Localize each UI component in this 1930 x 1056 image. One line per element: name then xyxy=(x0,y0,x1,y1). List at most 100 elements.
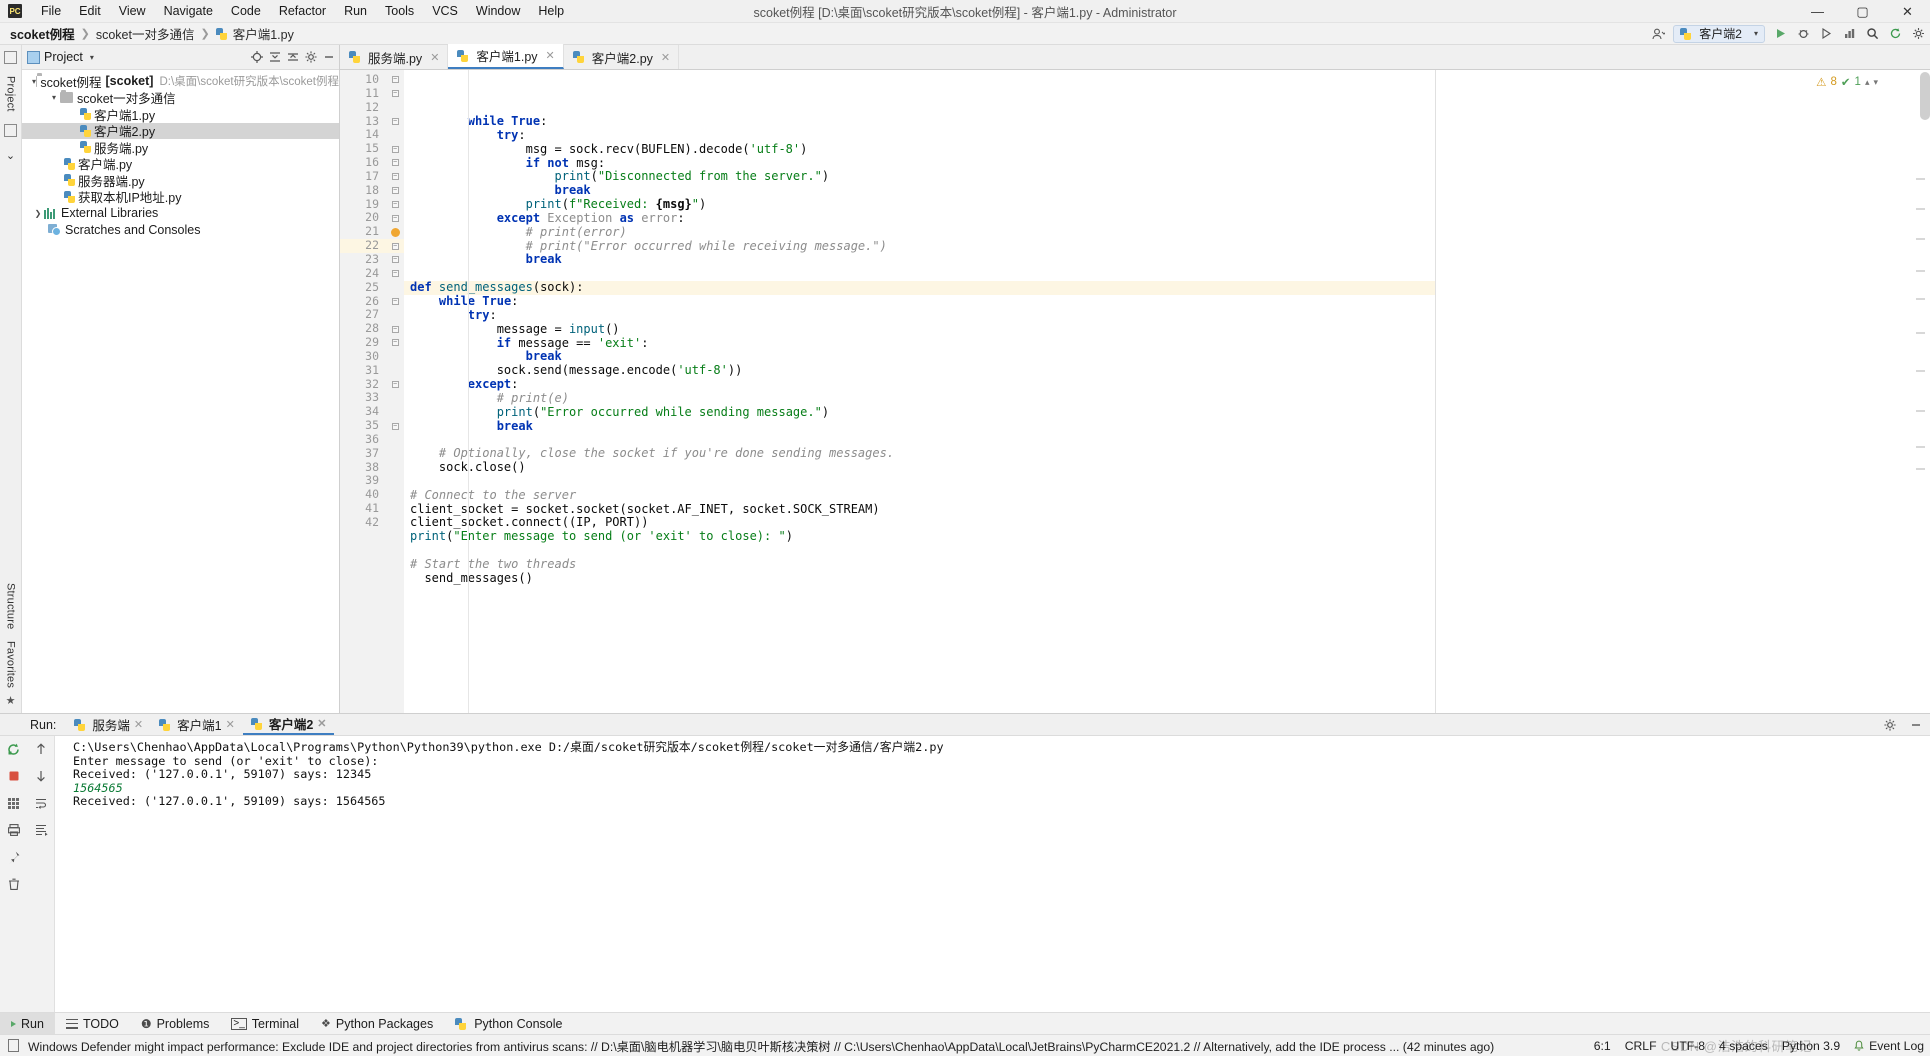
code-line[interactable] xyxy=(404,433,1435,447)
fold-region[interactable]: − xyxy=(386,73,404,87)
code-line[interactable]: break xyxy=(404,349,1435,364)
close-icon[interactable]: ✕ xyxy=(226,718,235,731)
indent-setting[interactable]: 4 spaces xyxy=(1719,1039,1768,1053)
menu-item-edit[interactable]: Edit xyxy=(70,2,110,20)
code-line[interactable]: # print("Error occurred while receiving … xyxy=(404,239,1435,254)
code-line[interactable]: msg = sock.recv(BUFLEN).decode('utf-8') xyxy=(404,142,1435,157)
fold-region[interactable]: − xyxy=(386,198,404,212)
up-arrow-icon[interactable] xyxy=(33,741,49,757)
code-line[interactable]: # Optionally, close the socket if you're… xyxy=(404,446,1435,461)
code-line[interactable] xyxy=(404,544,1435,558)
fold-region[interactable]: − xyxy=(386,115,404,129)
code-line[interactable]: print("Enter message to send (or 'exit' … xyxy=(404,529,1435,544)
search-icon[interactable] xyxy=(1864,26,1880,42)
chevron-up-icon[interactable]: ▴ xyxy=(1865,77,1870,88)
code-line[interactable]: try: xyxy=(404,128,1435,143)
fold-region[interactable]: − xyxy=(386,419,404,433)
fold-toggle-icon[interactable]: − xyxy=(391,201,399,209)
run-configuration-selector[interactable]: 客户端2 ▾ xyxy=(1673,24,1765,43)
tree-item-get-local-ip[interactable]: 获取本机IP地址.py xyxy=(22,189,339,205)
stop-icon[interactable] xyxy=(6,768,22,784)
inspection-widget[interactable]: ⚠ 8 ✔ 1 ▴ ▾ xyxy=(1816,75,1878,89)
stripe-item-favorites[interactable]: Favorites xyxy=(5,635,17,694)
menu-item-refactor[interactable]: Refactor xyxy=(270,2,335,20)
fold-region[interactable]: − xyxy=(386,211,404,225)
code-line[interactable]: # print(error) xyxy=(404,225,1435,240)
code-line[interactable]: break xyxy=(404,183,1435,198)
expand-all-icon[interactable] xyxy=(267,49,283,65)
run-tab-server[interactable]: 服务端 ✕ xyxy=(66,714,151,735)
maximize-button[interactable]: ▢ xyxy=(1840,0,1885,23)
scroll-to-end-icon[interactable] xyxy=(33,822,49,838)
code-line[interactable]: print(f"Received: {msg}") xyxy=(404,197,1435,212)
fold-toggle-icon[interactable]: − xyxy=(391,242,399,250)
fold-toggle-icon[interactable]: − xyxy=(391,117,399,125)
code-line[interactable]: try: xyxy=(404,308,1435,323)
code-line[interactable]: if not msg: xyxy=(404,156,1435,171)
status-message[interactable]: Windows Defender might impact performanc… xyxy=(28,1037,1494,1055)
settings-gear-icon[interactable] xyxy=(1882,717,1898,733)
editor-tab-client2[interactable]: 客户端2.py ✕ xyxy=(563,45,680,69)
fold-toggle-icon[interactable]: − xyxy=(391,187,399,195)
code-line[interactable]: # Connect to the server xyxy=(404,488,1435,503)
intention-hint[interactable] xyxy=(386,225,404,239)
editor-tab-client1[interactable]: 客户端1.py ✕ xyxy=(448,44,564,69)
code-line[interactable]: def send_messages(sock): xyxy=(404,280,1435,295)
stripe-item-project[interactable]: Project xyxy=(5,70,17,118)
code-line[interactable]: message = input() xyxy=(404,322,1435,337)
toolwindow-terminal[interactable]: >_ Terminal xyxy=(220,1013,310,1034)
code-line[interactable]: if message == 'exit': xyxy=(404,336,1435,351)
menu-item-run[interactable]: Run xyxy=(335,2,376,20)
fold-region[interactable]: − xyxy=(386,322,404,336)
print-icon[interactable] xyxy=(6,822,22,838)
menu-item-navigate[interactable]: Navigate xyxy=(155,2,222,20)
commit-stripe-icon[interactable] xyxy=(4,123,17,137)
code-line[interactable] xyxy=(404,475,1435,489)
fold-region[interactable]: − xyxy=(386,142,404,156)
code-line[interactable]: except Exception as error: xyxy=(404,211,1435,226)
run-tab-client1[interactable]: 客户端1 ✕ xyxy=(151,714,243,735)
code-folding-gutter[interactable]: − − − − − − − − − − − − − − − − − xyxy=(386,70,404,713)
toolwindow-problems[interactable]: ❶ Problems xyxy=(130,1013,221,1034)
toolwindow-python-packages[interactable]: ❖ Python Packages xyxy=(310,1013,444,1034)
tree-item-server-side[interactable]: 服务器端.py xyxy=(22,172,339,189)
menu-item-vcs[interactable]: VCS xyxy=(423,2,467,20)
fold-toggle-icon[interactable]: − xyxy=(391,270,399,278)
tree-item-server[interactable]: 服务端.py xyxy=(22,139,339,156)
breadcrumb-folder[interactable]: scoket一对多通信 xyxy=(96,24,195,43)
rerun-icon[interactable] xyxy=(6,741,22,757)
editor-tab-server[interactable]: 服务端.py ✕ xyxy=(340,45,449,69)
settings-gear-icon[interactable] xyxy=(303,49,319,65)
fold-toggle-icon[interactable]: − xyxy=(391,214,399,222)
fold-region[interactable]: − xyxy=(386,378,404,392)
chevron-down-icon[interactable]: ▾ xyxy=(1873,77,1878,88)
fold-toggle-icon[interactable]: − xyxy=(391,173,399,181)
chevron-right-icon[interactable]: ❯ xyxy=(32,209,44,218)
editor-viewport[interactable]: 10 11 12 13 14 15 16 17 18 19 20 21 22 23 24 25 26 27 28 29… xyxy=(340,70,1930,713)
fold-toggle-icon[interactable]: − xyxy=(391,380,399,388)
fold-toggle-icon[interactable]: − xyxy=(391,339,399,347)
locate-file-icon[interactable] xyxy=(249,49,265,65)
debug-icon[interactable] xyxy=(1795,26,1811,42)
fold-region[interactable]: − xyxy=(386,267,404,281)
tree-item-one-to-many-folder[interactable]: ▾ scoket一对多通信 xyxy=(22,89,339,106)
collapse-all-icon[interactable] xyxy=(285,49,301,65)
minimize-button[interactable]: — xyxy=(1795,0,1840,23)
fold-region[interactable]: − xyxy=(386,239,404,253)
fold-toggle-icon[interactable]: − xyxy=(391,422,399,430)
menu-item-file[interactable]: File xyxy=(32,2,70,20)
update-icon[interactable] xyxy=(1887,26,1903,42)
event-log-button[interactable]: Event Log xyxy=(1854,1039,1924,1053)
close-icon[interactable]: ✕ xyxy=(661,51,670,64)
breadcrumb-file[interactable]: 客户端1.py xyxy=(233,24,294,43)
code-line[interactable]: client_socket = socket.socket(socket.AF_… xyxy=(404,502,1435,517)
project-stripe-icon[interactable] xyxy=(4,51,17,64)
fold-toggle-icon[interactable]: − xyxy=(391,159,399,167)
fold-region[interactable]: − xyxy=(386,87,404,101)
fold-toggle-icon[interactable]: − xyxy=(391,76,399,84)
code-line[interactable]: break xyxy=(404,253,1435,267)
fold-region[interactable]: − xyxy=(386,295,404,309)
user-icon[interactable] xyxy=(1650,26,1666,42)
editor-vertical-scrollbar[interactable] xyxy=(1920,72,1930,120)
stripe-item-structure[interactable]: Structure xyxy=(5,577,17,635)
